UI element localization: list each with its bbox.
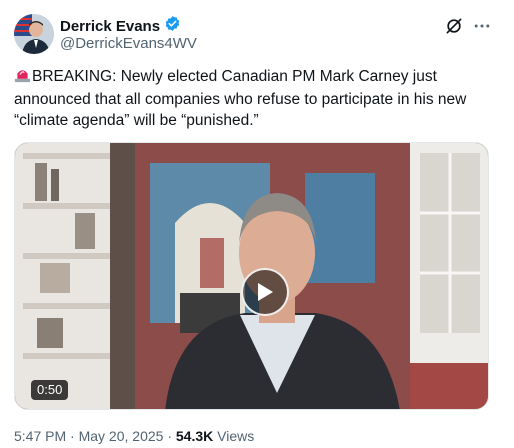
meta-separator: · (70, 428, 75, 444)
meta-separator: · (167, 428, 172, 444)
display-name[interactable]: Derrick Evans (60, 18, 160, 35)
user-handle[interactable]: @DerrickEvans4WV (60, 35, 197, 52)
more-icon[interactable] (470, 14, 494, 38)
grok-icon[interactable] (442, 14, 466, 38)
tweet-time[interactable]: 5:47 PM (14, 428, 66, 444)
play-button[interactable] (241, 268, 289, 316)
rotating-light-icon (14, 66, 31, 89)
tweet-meta: 5:47 PM · May 20, 2025 · 54.3K Views (14, 428, 254, 444)
tweet-text: BREAKING: Newly elected Canadian PM Mark… (14, 66, 494, 131)
tweet-date[interactable]: May 20, 2025 (79, 428, 164, 444)
video-player[interactable]: 0:50 (14, 142, 489, 410)
video-duration: 0:50 (31, 380, 69, 400)
verified-badge-icon (164, 15, 181, 37)
views-count: 54.3K (175, 428, 214, 444)
tweet-body: BREAKING: Newly elected Canadian PM Mark… (14, 68, 467, 129)
tweet-header: Derrick Evans @DerrickEvans4WV (14, 12, 500, 58)
views-label: Views (217, 428, 255, 444)
play-icon (258, 283, 273, 301)
avatar[interactable] (14, 14, 54, 54)
